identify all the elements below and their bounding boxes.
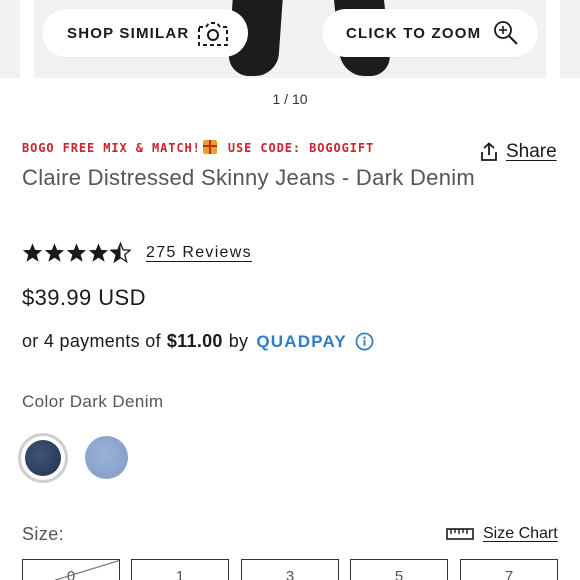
size-option-0[interactable]: 0 (22, 559, 120, 580)
installments-row: or 4 payments of $11.00 by QUADPAY (22, 331, 374, 352)
size-option-1[interactable]: 1 (131, 559, 229, 580)
size-option-label: 7 (504, 568, 514, 580)
rating-row: 275 Reviews (22, 242, 252, 263)
product-price: $39.99 USD (22, 285, 146, 310)
star-icon (66, 243, 87, 262)
promo-banner: BOGO FREE MIX & MATCH! USE CODE: BOGOGIF… (22, 140, 374, 155)
click-to-zoom-button[interactable]: CLICK TO ZOOM (322, 9, 538, 57)
installments-by: by (228, 331, 249, 351)
product-title: Claire Distressed Skinny Jeans - Dark De… (22, 165, 476, 190)
previous-image-peek[interactable] (0, 0, 20, 78)
size-option-label: 5 (394, 568, 404, 580)
swatch-dark-denim[interactable] (18, 433, 68, 483)
promo-code-text: USE CODE: BOGOGIFT (219, 141, 375, 155)
camera-icon (198, 22, 228, 46)
installment-amount: $11.00 (166, 331, 223, 351)
share-label: Share (506, 141, 557, 162)
installments-prefix: or 4 payments of (22, 331, 161, 351)
shop-similar-button[interactable]: SHOP SIMILAR (42, 9, 248, 57)
share-icon (481, 142, 497, 161)
star-icon (88, 243, 109, 262)
size-option-7[interactable]: 7 (460, 559, 558, 580)
star-rating (22, 242, 131, 263)
size-chart-link[interactable]: Size Chart (446, 525, 558, 543)
info-icon[interactable] (355, 332, 374, 351)
star-icon (22, 243, 43, 262)
size-chart-label: Size Chart (483, 525, 558, 542)
swatch-dark-denim-fill (25, 440, 61, 476)
size-label: Size: (22, 524, 65, 544)
size-option-3[interactable]: 3 (241, 559, 339, 580)
star-half-icon (110, 242, 131, 263)
promo-text: BOGO FREE MIX & MATCH! (22, 141, 201, 155)
reviews-link[interactable]: 275 Reviews (146, 244, 252, 262)
next-image-peek[interactable] (560, 0, 580, 78)
image-counter: 1 / 10 (272, 91, 308, 107)
size-option-label: 1 (175, 568, 185, 580)
color-label: Color Dark Denim (22, 392, 164, 411)
shop-similar-label: SHOP SIMILAR (67, 24, 190, 42)
size-option-label: 3 (285, 568, 295, 580)
size-option-5[interactable]: 5 (350, 559, 448, 580)
share-button[interactable]: Share (480, 141, 557, 163)
gift-icon (202, 140, 217, 154)
star-icon (44, 243, 65, 262)
zoom-in-icon (494, 21, 518, 45)
ruler-icon (446, 528, 474, 540)
unavailable-slash-icon (53, 560, 119, 580)
product-image-gallery[interactable]: SHOP SIMILAR CLICK TO ZOOM (0, 0, 580, 78)
quadpay-logo: QUADPAY (256, 331, 347, 351)
swatch-light-denim[interactable] (85, 436, 128, 479)
click-to-zoom-label: CLICK TO ZOOM (346, 24, 482, 42)
